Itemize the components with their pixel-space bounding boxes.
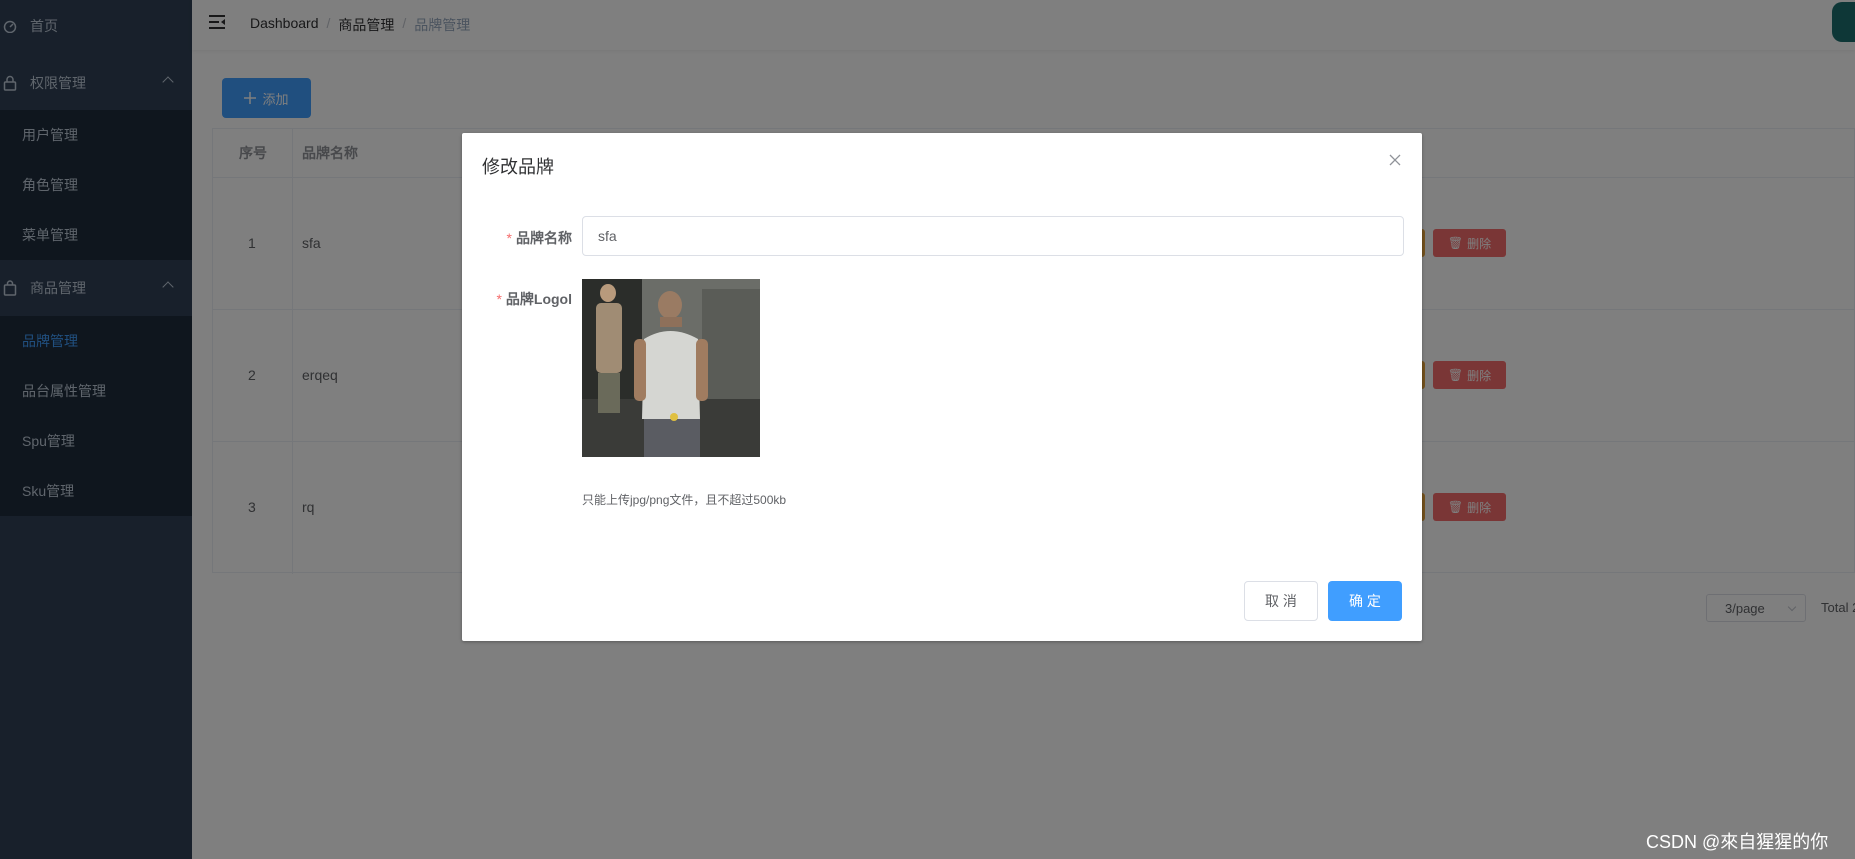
brand-name-label-text: 品牌名称 [516,230,572,246]
watermark: CSDN @來自猩猩的你 [1646,832,1829,852]
required-mark: * [506,230,512,246]
brand-logo-label: * 品牌Logol [494,289,572,309]
brand-logo-image [582,279,760,457]
brand-logo-label-text: 品牌Logol [505,291,572,307]
brand-name-label: * 品牌名称 [504,228,572,248]
cancel-button[interactable]: 取 消 [1244,581,1318,621]
close-icon[interactable] [1389,153,1405,169]
upload-hint: 只能上传jpg/png文件，且不超过500kb [582,493,787,507]
brand-logo-upload[interactable] [582,279,760,457]
dialog-title: 修改品牌 [482,157,554,177]
brand-name-value: sfa [598,228,617,244]
required-mark: * [496,291,502,307]
confirm-button[interactable]: 确 定 [1328,581,1402,621]
brand-name-input[interactable]: sfa [582,216,1404,256]
edit-brand-dialog: 修改品牌 * 品牌名称 sfa * 品牌Logol 只能上传jpg/png文件，… [462,133,1422,641]
